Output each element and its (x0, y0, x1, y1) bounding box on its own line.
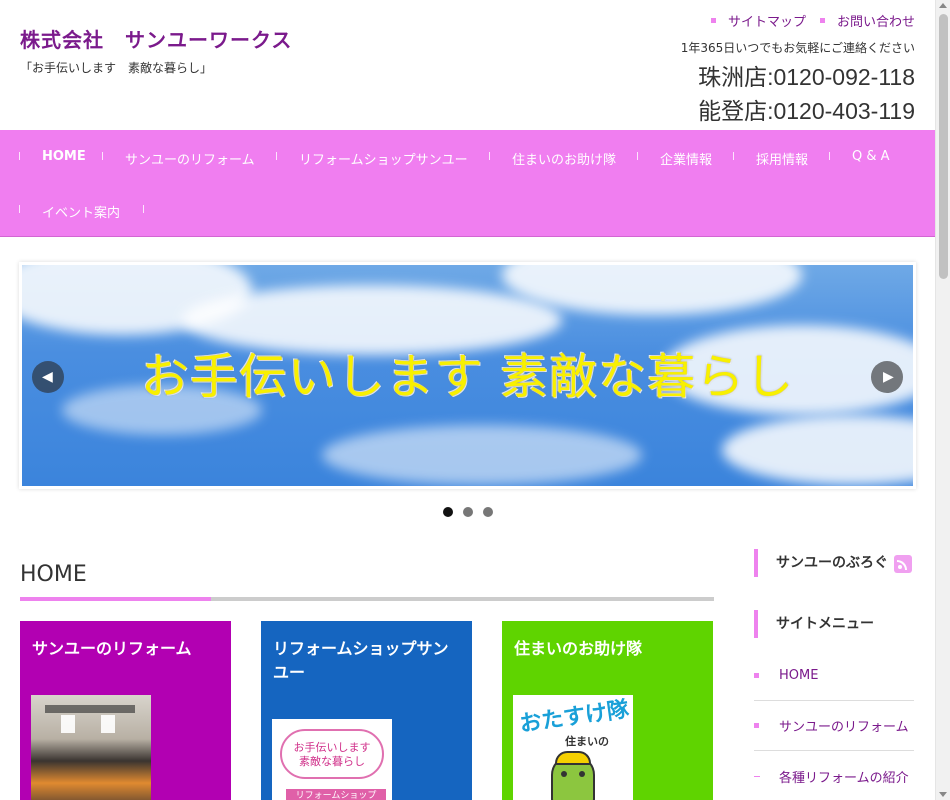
bullet-icon (710, 18, 716, 23)
nav-item-company[interactable]: 企業情報 (660, 149, 712, 168)
nav-item-reform-shop[interactable]: リフォームショップサンユー (299, 149, 468, 168)
slider-next-button[interactable]: ▶ (871, 361, 903, 393)
slide-caption: お手伝いします 素敵な暮らし (140, 349, 795, 405)
slide-image: お手伝いします 素敵な暮らし ◀ ▶ (22, 265, 913, 486)
contact-link[interactable]: お問い合わせ (819, 11, 915, 30)
nav-item-reform[interactable]: サンユーのリフォーム (125, 149, 255, 168)
card-reform-shop[interactable]: リフォームショップサンユー お手伝いします 素敵な暮らし リフォームショップ (261, 621, 472, 800)
side-menu-item-home[interactable]: HOME (754, 650, 914, 701)
utility-links: サイトマップ お問い合わせ (710, 11, 915, 30)
heading-underline (20, 597, 714, 601)
nav-separator (143, 205, 144, 213)
side-menu-item-reform[interactable]: サンユーのリフォーム (754, 700, 914, 751)
main-nav: HOME サンユーのリフォーム リフォームショップサンユー 住まいのお助け隊 企… (0, 130, 935, 237)
scroll-down-icon[interactable] (939, 792, 947, 797)
nav-separator (733, 152, 734, 160)
bullet-icon (754, 722, 759, 728)
slider-dot-3[interactable] (483, 507, 493, 517)
nav-separator (276, 152, 277, 160)
page-title: HOME (20, 562, 87, 587)
chevron-left-icon: ◀ (42, 369, 53, 385)
rss-icon[interactable] (894, 555, 912, 573)
site-menu-title: サイトメニュー (754, 610, 914, 638)
phone-shusu: 珠洲店:0120-092-118 (698, 64, 915, 90)
nav-item-qa[interactable]: Q & A (852, 149, 890, 164)
card-otasuke[interactable]: 住まいのお助け隊 おたすけ隊 住まいの (502, 621, 713, 800)
nav-item-recruit[interactable]: 採用情報 (756, 149, 808, 168)
sitemap-link[interactable]: サイトマップ (710, 11, 806, 30)
otasuke-logo[interactable]: おたすけ隊 住まいの (513, 695, 633, 800)
nav-separator (102, 152, 103, 160)
card-reform[interactable]: サンユーのリフォーム (20, 621, 231, 800)
nav-separator (637, 152, 638, 160)
scroll-up-icon[interactable] (939, 3, 947, 8)
contact-note: 1年365日いつでもお気軽にご連絡ください (680, 41, 915, 55)
slider-prev-button[interactable]: ◀ (32, 361, 64, 393)
scrollbar-thumb[interactable] (939, 14, 948, 279)
slider-dot-2[interactable] (463, 507, 473, 517)
card-title[interactable]: 住まいのお助け隊 (514, 637, 699, 661)
bullet-icon (819, 18, 825, 23)
nav-separator (489, 152, 490, 160)
nav-item-otasuke[interactable]: 住まいのお助け隊 (512, 149, 616, 168)
site-title[interactable]: 株式会社 サンユーワークス (20, 24, 292, 53)
hero-slider: お手伝いします 素敵な暮らし ◀ ▶ (19, 262, 916, 489)
page-scrollbar[interactable] (935, 0, 950, 800)
side-menu-item-reform-intro[interactable]: 各種リフォームの紹介 (754, 751, 914, 800)
nav-item-events[interactable]: イベント案内 (42, 202, 120, 221)
nav-separator (19, 152, 20, 160)
blog-widget-title[interactable]: サンユーのぶろぐ (754, 549, 914, 577)
site-description: 「お手伝いします 素敵な暮らし」 (20, 61, 213, 75)
nav-separator (19, 205, 20, 213)
card-title[interactable]: リフォームショップサンユー (273, 637, 458, 685)
dash-icon (754, 775, 760, 777)
bullet-icon (754, 672, 759, 678)
nav-separator (829, 152, 830, 160)
phone-noto: 能登店:0120-403-119 (698, 98, 915, 124)
slider-dots (443, 507, 493, 517)
slider-dot-1[interactable] (443, 507, 453, 517)
kitchen-photo[interactable] (31, 695, 151, 800)
reform-shop-logo[interactable]: お手伝いします 素敵な暮らし リフォームショップ (272, 719, 392, 800)
chevron-right-icon: ▶ (883, 369, 894, 385)
nav-item-home[interactable]: HOME (42, 149, 86, 164)
card-title[interactable]: サンユーのリフォーム (32, 637, 217, 661)
